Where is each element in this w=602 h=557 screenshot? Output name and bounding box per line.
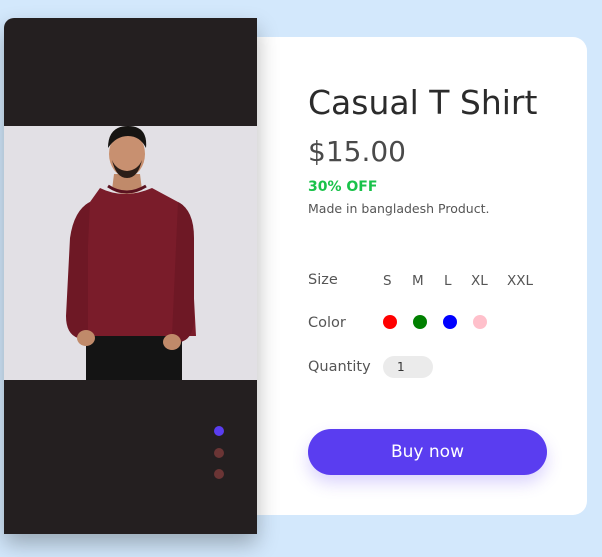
quantity-input[interactable] [383, 356, 433, 378]
size-option-m[interactable]: M [412, 272, 424, 290]
size-label: Size [308, 272, 338, 288]
size-option-s[interactable]: S [383, 272, 392, 290]
size-option-xl[interactable]: XL [471, 272, 488, 290]
size-option-xxl[interactable]: XXL [507, 272, 533, 290]
discount-badge: 30% OFF [308, 179, 378, 195]
carousel-dot-1[interactable] [214, 426, 224, 436]
carousel-dot-3[interactable] [214, 469, 224, 479]
product-title: Casual T Shirt [308, 83, 538, 122]
carousel-dot-2[interactable] [214, 448, 224, 458]
size-option-l[interactable]: L [444, 272, 452, 290]
product-photo [4, 126, 257, 380]
quantity-label: Quantity [308, 359, 371, 375]
buy-now-button[interactable]: Buy now [308, 429, 547, 475]
product-image-panel [4, 18, 257, 534]
color-swatch-red[interactable] [383, 315, 397, 329]
product-price: $15.00 [308, 135, 406, 168]
color-swatch-green[interactable] [413, 315, 427, 329]
product-origin: Made in bangladesh Product. [308, 201, 490, 216]
color-swatch-blue[interactable] [443, 315, 457, 329]
color-label: Color [308, 315, 346, 331]
color-swatch-pink[interactable] [473, 315, 487, 329]
